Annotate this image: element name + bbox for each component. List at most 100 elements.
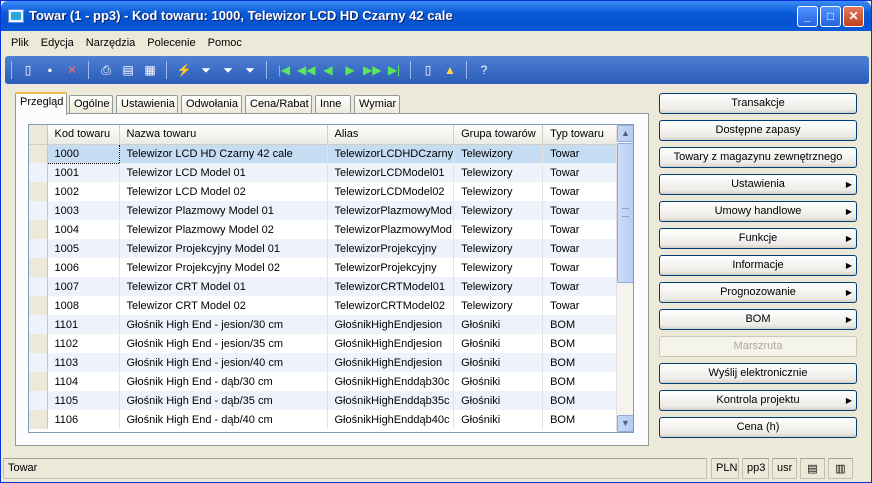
cell-kod[interactable]: 1000 [46, 143, 120, 164]
cell-alias[interactable]: TelewizorLCDHDCzarny [327, 144, 455, 163]
remove-filter-icon[interactable]: ⏷ [241, 61, 259, 79]
table-row[interactable]: 1007 Telewizor CRT Model 01 TelewizorCRTMo… [29, 277, 620, 296]
cell-kod[interactable]: 1008 [47, 296, 120, 315]
status-layout-icon[interactable]: ▤ [800, 458, 825, 479]
cell-alias[interactable]: TelewizorPlazmowyMod [327, 220, 455, 239]
cell-grupa[interactable]: Telewizory [453, 220, 544, 239]
tab-inne[interactable]: Inne [315, 95, 351, 114]
cell-grupa[interactable]: Głośniki [453, 315, 544, 334]
cell-alias[interactable]: TelewizorProjekcyjny [327, 239, 455, 258]
cell-typ[interactable]: BOM [542, 372, 620, 391]
cell-typ[interactable]: BOM [542, 410, 620, 429]
row-selector[interactable] [29, 296, 48, 315]
cell-nazwa[interactable]: Telewizor LCD Model 01 [119, 163, 328, 182]
table-row[interactable]: 1102 Głośnik High End - jesion/35 cm Głośn… [29, 334, 620, 353]
cell-nazwa[interactable]: Telewizor Plazmowy Model 02 [119, 220, 328, 239]
cell-typ[interactable]: BOM [542, 315, 620, 334]
side-button-10[interactable]: Wyślij elektronicznie [659, 363, 857, 384]
cell-alias[interactable]: GłośnikHighEndjesion [327, 353, 455, 372]
side-button-0[interactable]: Transakcje [659, 93, 857, 114]
menu-tools[interactable]: Narzędzia [80, 33, 142, 55]
cell-alias[interactable]: GłośnikHighEnddąb30c [327, 372, 455, 391]
cell-grupa[interactable]: Telewizory [453, 144, 544, 163]
cell-typ[interactable]: Towar [542, 144, 620, 163]
cell-typ[interactable]: Towar [542, 296, 620, 315]
cell-grupa[interactable]: Głośniki [453, 410, 544, 429]
cell-typ[interactable]: Towar [542, 163, 620, 182]
cell-kod[interactable]: 1104 [47, 372, 120, 391]
advanced-filter-icon[interactable]: ⏷ [219, 61, 237, 79]
tab-cena-rabat[interactable]: Cena/Rabat [245, 95, 312, 114]
cell-nazwa[interactable]: Głośnik High End - jesion/40 cm [119, 353, 328, 372]
last-record-icon[interactable]: ▶| [385, 61, 403, 79]
table-row[interactable]: 1103 Głośnik High End - jesion/40 cm Głośn… [29, 353, 620, 372]
table-row[interactable]: 1104 Głośnik High End - dąb/30 cm GłośnikH… [29, 372, 620, 391]
table-row[interactable]: 1105 Głośnik High End - dąb/35 cm GłośnikH… [29, 391, 620, 410]
row-selector[interactable] [29, 201, 48, 220]
cell-nazwa[interactable]: Telewizor LCD Model 02 [119, 182, 328, 201]
tab-ustawienia[interactable]: Ustawienia [116, 95, 178, 114]
export-icon[interactable]: ▦ [141, 61, 159, 79]
cell-kod[interactable]: 1001 [47, 163, 120, 182]
cell-alias[interactable]: TelewizorProjekcyjny [327, 258, 455, 277]
previous-page-icon[interactable]: ◀◀ [297, 61, 315, 79]
cell-nazwa[interactable]: Telewizor Projekcyjny Model 01 [119, 239, 328, 258]
cell-alias[interactable]: GłośnikHighEndjesion [327, 315, 455, 334]
cell-kod[interactable]: 1007 [47, 277, 120, 296]
column-header-grupa[interactable]: Grupa towarów [453, 125, 544, 145]
previous-record-icon[interactable]: ◀ [319, 61, 337, 79]
cell-kod[interactable]: 1003 [47, 201, 120, 220]
side-button-8[interactable]: BOM ▶ [659, 309, 857, 330]
scroll-thumb[interactable] [617, 143, 633, 283]
side-button-5[interactable]: Funkcje ▶ [659, 228, 857, 249]
alert-icon[interactable]: ▲ [441, 61, 459, 79]
cell-kod[interactable]: 1004 [47, 220, 120, 239]
side-button-4[interactable]: Umowy handlowe ▶ [659, 201, 857, 222]
cell-kod[interactable]: 1002 [47, 182, 120, 201]
cell-grupa[interactable]: Telewizory [453, 277, 544, 296]
table-row[interactable]: 1006 Telewizor Projekcyjny Model 02 Telewi… [29, 258, 620, 277]
table-row[interactable]: 1002 Telewizor LCD Model 02 TelewizorLCDMo… [29, 182, 620, 201]
side-button-11[interactable]: Kontrola projektu ▶ [659, 390, 857, 411]
side-button-1[interactable]: Dostępne zapasy [659, 120, 857, 141]
table-row[interactable]: 1106 Głośnik High End - dąb/40 cm GłośnikH… [29, 410, 620, 429]
side-button-9[interactable]: Marszruta [659, 336, 857, 357]
cell-kod[interactable]: 1005 [47, 239, 120, 258]
print-preview-icon[interactable]: ▤ [119, 61, 137, 79]
scroll-up-button[interactable]: ▲ [617, 125, 633, 142]
table-row[interactable]: 1101 Głośnik High End - jesion/30 cm Głośn… [29, 315, 620, 334]
cell-nazwa[interactable]: Telewizor LCD HD Czarny 42 cale [119, 144, 328, 163]
row-selector[interactable] [29, 258, 48, 277]
cell-typ[interactable]: BOM [542, 391, 620, 410]
cell-grupa[interactable]: Głośniki [453, 391, 544, 410]
items-grid[interactable]: Kod towaru Nazwa towaru Alias Grupa towa… [28, 124, 634, 433]
menu-file[interactable]: Plik [5, 33, 35, 55]
row-selector[interactable] [29, 239, 48, 258]
row-selector[interactable] [29, 391, 48, 410]
column-header-typ[interactable]: Typ towaru [542, 125, 620, 145]
table-row[interactable]: 1000 Telewizor LCD HD Czarny 42 cale Telew… [29, 143, 620, 164]
cell-nazwa[interactable]: Telewizor Projekcyjny Model 02 [119, 258, 328, 277]
cell-kod[interactable]: 1105 [47, 391, 120, 410]
cell-grupa[interactable]: Telewizory [453, 182, 544, 201]
filter-by-selection-icon[interactable]: ⚡ [175, 61, 193, 79]
side-button-12[interactable]: Cena (h) [659, 417, 857, 438]
next-page-icon[interactable]: ▶▶ [363, 61, 381, 79]
cell-typ[interactable]: BOM [542, 353, 620, 372]
cell-kod[interactable]: 1102 [47, 334, 120, 353]
row-selector[interactable] [29, 315, 48, 334]
side-button-6[interactable]: Informacje ▶ [659, 255, 857, 276]
tab-przeglad[interactable]: Przegląd [15, 92, 67, 115]
print-icon[interactable]: ⎙ [97, 61, 115, 79]
cell-alias[interactable]: TelewizorPlazmowyMod [327, 201, 455, 220]
cell-nazwa[interactable]: Głośnik High End - dąb/35 cm [119, 391, 328, 410]
table-row[interactable]: 1004 Telewizor Plazmowy Model 02 Telewizor… [29, 220, 620, 239]
next-record-icon[interactable]: ▶ [341, 61, 359, 79]
cell-grupa[interactable]: Telewizory [453, 201, 544, 220]
menu-edit[interactable]: Edycja [35, 33, 80, 55]
row-selector[interactable] [29, 372, 48, 391]
side-button-3[interactable]: Ustawienia ▶ [659, 174, 857, 195]
delete-icon[interactable]: ✕ [63, 61, 81, 79]
tab-ogolne[interactable]: Ogólne [69, 95, 113, 114]
cell-kod[interactable]: 1006 [47, 258, 120, 277]
